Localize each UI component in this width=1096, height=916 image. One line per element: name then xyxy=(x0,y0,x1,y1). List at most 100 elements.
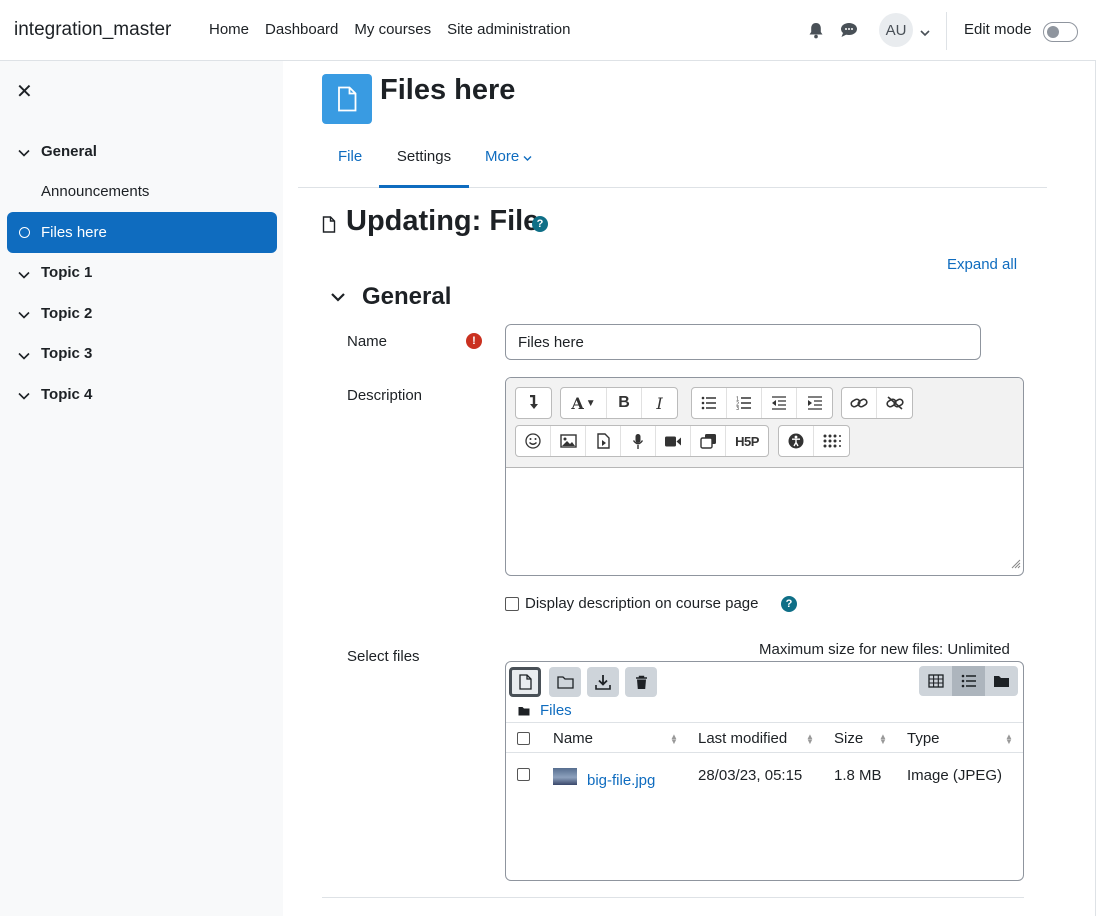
delete-trash-icon[interactable] xyxy=(625,667,657,697)
description-editor: A ▼ B I 123 H5P xyxy=(505,377,1024,576)
folder-icon xyxy=(518,706,530,716)
course-index-section-topic-3[interactable]: Topic 3 xyxy=(7,334,277,375)
help-icon[interactable]: ? xyxy=(532,216,548,232)
notifications-bell-icon[interactable] xyxy=(808,22,824,43)
description-label: Description xyxy=(347,387,423,404)
nav-home[interactable]: Home xyxy=(209,21,249,38)
edit-mode-toggle[interactable] xyxy=(1043,22,1078,42)
toggle-knob xyxy=(1047,26,1059,38)
required-icon: ! xyxy=(466,333,482,349)
section-label: Topic 4 xyxy=(41,385,93,403)
sort-icon[interactable]: ▲ ▼ xyxy=(1005,733,1013,746)
paragraph-styles-icon[interactable]: A ▼ xyxy=(561,388,607,418)
record-video-icon[interactable] xyxy=(656,426,691,456)
course-index-section-general[interactable]: General xyxy=(7,131,277,172)
messages-chat-icon[interactable] xyxy=(840,22,858,42)
expand-all-link[interactable]: Expand all xyxy=(947,256,1017,273)
nav-site-administration[interactable]: Site administration xyxy=(447,21,570,38)
bold-icon[interactable]: B xyxy=(607,388,642,418)
resize-handle-icon[interactable] xyxy=(1009,556,1021,573)
view-list-icon[interactable] xyxy=(952,666,985,696)
secondary-navigation-tabs: File Settings More xyxy=(298,137,1047,188)
close-drawer-icon[interactable]: ✕ xyxy=(16,79,33,104)
unlink-icon[interactable] xyxy=(877,388,912,418)
display-description-checkbox[interactable] xyxy=(505,597,519,611)
download-icon[interactable] xyxy=(587,667,619,697)
description-textarea[interactable] xyxy=(506,469,1023,575)
course-index-item-announcements[interactable]: Announcements xyxy=(7,172,277,213)
file-icon xyxy=(322,74,372,124)
chevron-down-icon[interactable] xyxy=(18,306,30,323)
outdent-icon[interactable] xyxy=(762,388,797,418)
table-row[interactable]: big-file.jpg 28/03/23, 05:15 1.8 MB Imag… xyxy=(506,754,1023,794)
media-file-icon[interactable] xyxy=(586,426,621,456)
user-menu-chevron-down-icon[interactable] xyxy=(920,24,930,41)
editor-toolbar: A ▼ B I 123 H5P xyxy=(506,378,1023,468)
column-header-last-modified[interactable]: Last modified xyxy=(698,730,787,747)
image-icon[interactable] xyxy=(551,426,586,456)
section-label: Topic 1 xyxy=(41,264,93,282)
chevron-down-icon[interactable] xyxy=(18,144,30,161)
sort-icon[interactable]: ▲ ▼ xyxy=(806,733,814,746)
tab-file[interactable]: File xyxy=(338,137,362,188)
svg-text:3: 3 xyxy=(736,406,739,410)
column-header-type[interactable]: Type xyxy=(907,730,940,747)
unordered-list-icon[interactable] xyxy=(692,388,727,418)
chevron-down-icon[interactable] xyxy=(18,266,30,283)
toolbar-group-links xyxy=(841,387,913,419)
course-index-section-topic-2[interactable]: Topic 2 xyxy=(7,293,277,334)
more-tools-grid-icon[interactable] xyxy=(814,426,849,456)
name-input[interactable] xyxy=(505,324,981,360)
italic-icon[interactable]: I xyxy=(642,388,677,418)
column-header-size[interactable]: Size xyxy=(834,730,863,747)
chevron-down-icon[interactable] xyxy=(18,387,30,404)
column-header-name[interactable]: Name xyxy=(553,730,593,747)
emoji-icon[interactable] xyxy=(516,426,551,456)
manage-files-icon[interactable] xyxy=(691,426,726,456)
h5p-icon[interactable]: H5P xyxy=(726,426,768,456)
nav-my-courses[interactable]: My courses xyxy=(354,21,431,38)
collapse-chevron-icon[interactable] xyxy=(330,290,346,307)
link-icon[interactable] xyxy=(842,388,877,418)
view-tree-folder-icon[interactable] xyxy=(985,666,1018,696)
toolbar-group-media: H5P xyxy=(515,425,769,457)
chevron-down-icon[interactable] xyxy=(18,347,30,364)
tab-settings[interactable]: Settings xyxy=(379,137,469,188)
file-name-link[interactable]: big-file.jpg xyxy=(587,772,655,789)
indent-icon[interactable] xyxy=(797,388,832,418)
completion-circle-icon xyxy=(19,227,30,238)
course-index-item-files-here[interactable]: Files here xyxy=(7,212,277,253)
path-root-link[interactable]: Files xyxy=(540,702,572,719)
record-audio-icon[interactable] xyxy=(621,426,656,456)
user-avatar[interactable]: AU xyxy=(879,13,913,47)
site-brand[interactable]: integration_master xyxy=(14,19,171,41)
file-select-checkbox[interactable] xyxy=(517,768,530,781)
nav-dashboard[interactable]: Dashboard xyxy=(265,21,338,38)
course-index-section-topic-4[interactable]: Topic 4 xyxy=(7,374,277,415)
file-icon xyxy=(322,216,336,237)
image-thumbnail[interactable] xyxy=(553,768,577,785)
select-all-checkbox[interactable] xyxy=(517,732,530,745)
max-file-size-text: Maximum size for new files: Unlimited xyxy=(759,641,1010,658)
create-folder-icon[interactable] xyxy=(549,667,581,697)
sort-icon[interactable]: ▲ ▼ xyxy=(879,733,887,746)
ordered-list-icon[interactable]: 123 xyxy=(727,388,762,418)
course-index-section-topic-1[interactable]: Topic 1 xyxy=(7,253,277,294)
primary-navigation: Home Dashboard My courses Site administr… xyxy=(209,21,587,38)
fieldset-general-title[interactable]: General xyxy=(362,283,451,311)
view-icons-grid-icon[interactable] xyxy=(919,666,952,696)
select-files-label: Select files xyxy=(347,648,420,665)
course-index: General Announcements Files here Topic 1… xyxy=(7,131,277,415)
add-file-icon[interactable] xyxy=(509,667,541,697)
show-more-buttons-icon[interactable] xyxy=(516,388,551,418)
activity-title: Files here xyxy=(380,74,516,106)
activity-label: Files here xyxy=(41,223,107,241)
sort-icon[interactable]: ▲ ▼ xyxy=(670,733,678,746)
accessibility-checker-icon[interactable] xyxy=(779,426,814,456)
file-table-header: Name ▲ ▼ Last modified ▲ ▼ Size ▲ ▼ Type ▲ ▼ xyxy=(506,722,1023,753)
activity-label: Announcements xyxy=(41,183,150,201)
help-icon[interactable]: ? xyxy=(781,596,797,612)
display-description-label[interactable]: Display description on course page xyxy=(525,595,758,612)
view-mode-switcher xyxy=(919,666,1018,696)
tab-more[interactable]: More xyxy=(485,137,532,188)
